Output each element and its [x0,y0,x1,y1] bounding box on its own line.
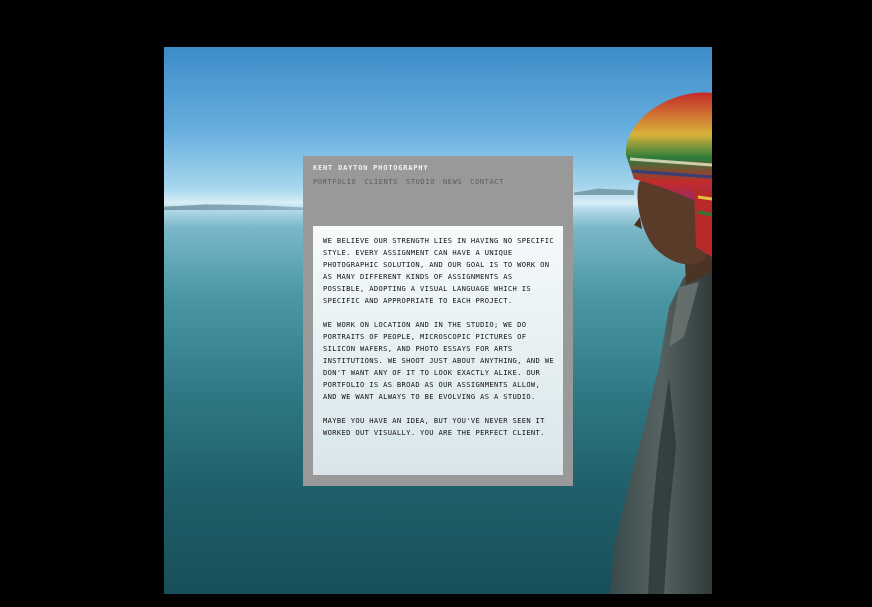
nav-studio[interactable]: STUDIO [406,178,435,186]
nav-portfolio[interactable]: PORTFOLIO [313,178,356,186]
nav-news[interactable]: NEWS [443,178,462,186]
nav-contact[interactable]: CONTACT [470,178,504,186]
studio-text-box: WE BELIEVE OUR STRENGTH LIES IN HAVING N… [313,226,563,475]
main-nav: PORTFOLIO CLIENTS STUDIO NEWS CONTACT [313,178,504,186]
page: KENT DAYTON PHOTOGRAPHY PORTFOLIO CLIENT… [0,0,872,607]
paragraph-strength: WE BELIEVE OUR STRENGTH LIES IN HAVING N… [323,236,555,305]
nav-clients[interactable]: CLIENTS [364,178,398,186]
site-title[interactable]: KENT DAYTON PHOTOGRAPHY [313,164,428,172]
content-panel: KENT DAYTON PHOTOGRAPHY PORTFOLIO CLIENT… [303,156,573,486]
paragraph-location: WE WORK ON LOCATION AND IN THE STUDIO; W… [323,320,555,401]
paragraph-perfect-client: MAYBE YOU HAVE AN IDEA, BUT YOU'VE NEVER… [323,416,545,437]
